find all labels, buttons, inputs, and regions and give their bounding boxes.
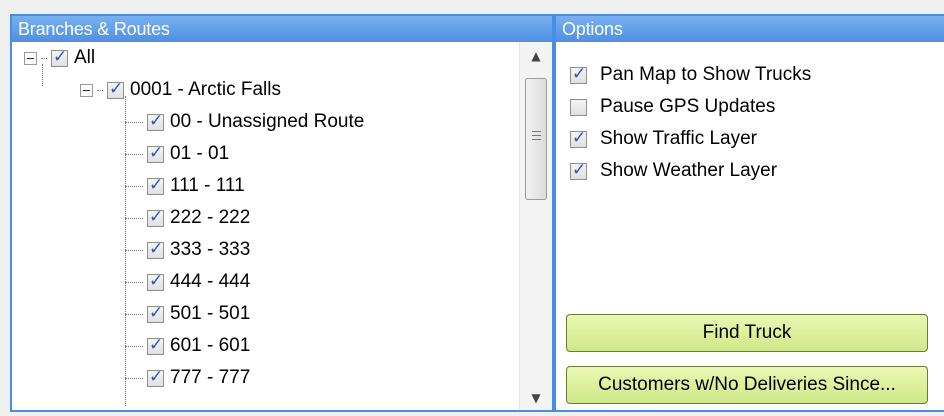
tree-node-label: 601 - 601 xyxy=(170,335,251,356)
tree-node-label: 501 - 501 xyxy=(170,303,251,324)
tree-dots xyxy=(125,377,143,379)
tree-dots xyxy=(97,89,103,91)
collapse-icon[interactable] xyxy=(80,83,93,97)
tree-node-label: 777 - 777 xyxy=(170,367,251,388)
option-traffic-layer[interactable]: Show Traffic Layer xyxy=(570,124,757,154)
tree-node-label: 333 - 333 xyxy=(170,239,251,260)
collapse-icon[interactable] xyxy=(24,51,37,65)
tree-node-route[interactable]: 777 - 777 xyxy=(125,362,250,394)
option-weather-layer[interactable]: Show Weather Layer xyxy=(570,156,777,186)
option-checkbox[interactable] xyxy=(570,98,587,116)
tree-dots xyxy=(125,345,143,347)
route-checkbox[interactable] xyxy=(147,367,164,387)
grip-icon xyxy=(532,131,541,143)
option-pause-gps[interactable]: Pause GPS Updates xyxy=(570,92,775,122)
scroll-up-icon[interactable]: ▲ xyxy=(520,44,552,68)
scroll-down-icon[interactable]: ▼ xyxy=(520,386,552,410)
tree-dots xyxy=(125,281,143,283)
tree-scrollbar[interactable]: ▲ ▼ xyxy=(519,42,552,410)
route-checkbox[interactable] xyxy=(147,175,164,195)
tree-node-route[interactable]: 501 - 501 xyxy=(125,298,250,330)
tree-node-route[interactable]: 222 - 222 xyxy=(125,202,250,234)
route-checkbox[interactable] xyxy=(147,207,164,227)
route-checkbox[interactable] xyxy=(147,239,164,259)
tree-node-label: All xyxy=(74,47,96,68)
options-panel: Options Pan Map to Show Trucks Pause GPS… xyxy=(554,14,944,412)
tree-node-label: 222 - 222 xyxy=(170,207,251,228)
option-label: Pan Map to Show Trucks xyxy=(600,64,812,85)
route-checkbox[interactable] xyxy=(147,335,164,355)
option-checkbox[interactable] xyxy=(570,64,587,84)
option-pan-map[interactable]: Pan Map to Show Trucks xyxy=(570,60,811,90)
tree-dots xyxy=(125,217,143,219)
tree-node-route[interactable]: 01 - 01 xyxy=(125,138,229,170)
route-checkbox[interactable] xyxy=(147,111,164,131)
tree-node-route[interactable]: 444 - 444 xyxy=(125,266,250,298)
route-checkbox[interactable] xyxy=(147,143,164,163)
tree-node-label: 444 - 444 xyxy=(170,271,251,292)
top-strip xyxy=(0,0,944,14)
tree-node-route[interactable]: 333 - 333 xyxy=(125,234,250,266)
tree-node-route[interactable]: 111 - 111 xyxy=(125,170,245,202)
option-label: Show Traffic Layer xyxy=(600,128,758,149)
tree-node-label: 01 - 01 xyxy=(170,143,230,164)
tree-dots xyxy=(125,313,143,315)
route-checkbox[interactable] xyxy=(147,303,164,323)
tree-dots xyxy=(125,121,143,123)
tree-node-route[interactable]: 601 - 601 xyxy=(125,330,250,362)
route-checkbox[interactable] xyxy=(147,271,164,291)
branches-routes-panel: Branches & Routes All 0001 - Arctic Fall… xyxy=(10,14,554,412)
tree-dots xyxy=(125,249,143,251)
checkbox-branch[interactable] xyxy=(107,79,124,99)
options-header: Options xyxy=(556,16,944,42)
tree-node-route[interactable]: 00 - Unassigned Route xyxy=(125,106,364,138)
tree-node-all[interactable]: All xyxy=(24,42,95,74)
option-label: Show Weather Layer xyxy=(600,160,778,181)
option-checkbox[interactable] xyxy=(570,128,587,148)
app-window: Branches & Routes All 0001 - Arctic Fall… xyxy=(0,0,944,416)
scrollbar-thumb[interactable] xyxy=(525,78,547,200)
option-checkbox[interactable] xyxy=(570,160,587,180)
tree-dots xyxy=(125,185,143,187)
tree-node-label: 0001 - Arctic Falls xyxy=(130,79,281,100)
route-tree[interactable]: All 0001 - Arctic Falls 00 - Unassigned … xyxy=(12,42,520,410)
tree-dots xyxy=(125,153,143,155)
checkbox-all[interactable] xyxy=(51,47,68,67)
tree-dots xyxy=(41,57,47,59)
branches-routes-header: Branches & Routes xyxy=(12,16,552,42)
option-label: Pause GPS Updates xyxy=(600,96,776,117)
tree-node-label: 111 - 111 xyxy=(170,175,245,196)
tree-node-label: 00 - Unassigned Route xyxy=(170,111,365,132)
find-truck-button[interactable]: Find Truck xyxy=(566,314,928,352)
customers-no-deliveries-button[interactable]: Customers w/No Deliveries Since... xyxy=(566,366,928,404)
tree-node-branch[interactable]: 0001 - Arctic Falls xyxy=(80,74,281,106)
